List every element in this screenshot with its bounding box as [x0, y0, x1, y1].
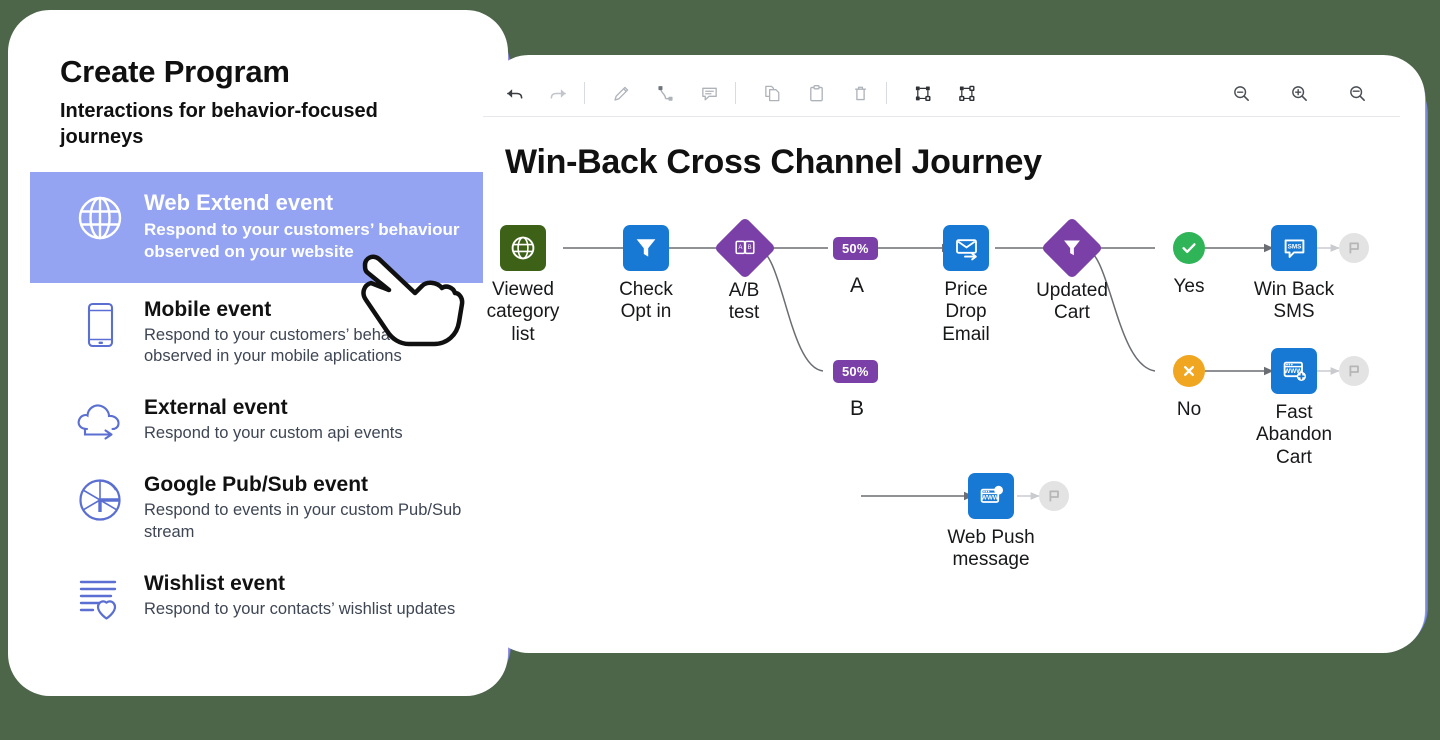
- branch-a-percentage-badge: 50%: [833, 237, 878, 260]
- sidebar-item-label: Mobile event: [144, 297, 272, 321]
- comment-icon[interactable]: [692, 76, 726, 110]
- event-type-list: Web Extend event Respond to your custome…: [30, 171, 508, 636]
- sidebar-item-label: Web Extend event: [144, 189, 334, 215]
- flow-node-ab-test[interactable]: A B A/B test: [713, 216, 777, 323]
- journey-editor-panel: Win-Back Cross Channel Journey Viewed ca…: [483, 70, 1400, 640]
- pencil-edit-icon[interactable]: [604, 76, 638, 110]
- branch-b-label: B: [850, 397, 865, 420]
- filter-icon: [623, 225, 669, 271]
- web-page-plus-icon: WWW: [1271, 348, 1317, 394]
- sidebar-item-label: Google Pub/Sub event: [144, 473, 369, 497]
- check-icon: [1173, 232, 1205, 264]
- sms-icon: SMS: [1271, 225, 1317, 271]
- connector-icon[interactable]: [648, 76, 682, 110]
- redo-icon[interactable]: [541, 76, 575, 110]
- flow-node-label: Yes: [1173, 276, 1205, 297]
- branch-a-label: A: [850, 274, 865, 297]
- flow-node-no-branch[interactable]: No: [1173, 355, 1205, 420]
- paste-icon[interactable]: [799, 76, 833, 110]
- flow-node-label: Updated Cart: [1036, 280, 1108, 324]
- sidebar-item-text: Google Pub/Sub event Respond to events i…: [144, 472, 484, 542]
- editor-toolbar: [483, 70, 1400, 117]
- globe-icon: [74, 190, 126, 243]
- svg-text:SMS: SMS: [1287, 243, 1302, 250]
- sidebar-item-text: Wishlist event Respond to your contacts’…: [144, 571, 484, 620]
- page-title: Create Program: [60, 54, 290, 89]
- flow-node-fast-abandon-cart[interactable]: WWW Fast Abandon Cart: [1256, 348, 1332, 468]
- toolbar-divider: [584, 82, 585, 104]
- flow-node-updated-cart[interactable]: Updated Cart: [1036, 216, 1108, 323]
- flow-node-win-back-sms[interactable]: SMS Win Back SMS: [1254, 225, 1334, 322]
- flow-node-label: No: [1176, 399, 1202, 420]
- flow-node-viewed-category-list[interactable]: Viewed category list: [487, 225, 559, 345]
- globe-icon: [500, 225, 546, 271]
- zoom-in-icon[interactable]: [1282, 76, 1316, 110]
- web-push-icon: WWW: [968, 473, 1014, 519]
- flow-node-label: Check Opt in: [619, 279, 673, 323]
- journey-canvas[interactable]: Win-Back Cross Channel Journey Viewed ca…: [483, 117, 1400, 640]
- sidebar-item-web-extend-event[interactable]: Web Extend event Respond to your custome…: [30, 171, 508, 283]
- toolbar-divider: [735, 82, 736, 104]
- sidebar-item-label: External event: [144, 395, 288, 419]
- trash-icon[interactable]: [843, 76, 877, 110]
- zoom-reset-icon[interactable]: [1340, 76, 1374, 110]
- flow-node-label: Viewed category list: [486, 279, 560, 345]
- ab-split-icon: A B: [713, 216, 777, 280]
- flag-end-icon: [1339, 356, 1369, 386]
- flow-node-label: Fast Abandon Cart: [1255, 402, 1333, 468]
- sidebar-item-description: Respond to events in your custom Pub/Sub…: [144, 501, 462, 541]
- page-subtitle: Interactions for behavior-focused journe…: [60, 99, 378, 148]
- sidebar-item-description: Respond to your custom api events: [144, 424, 403, 443]
- zoom-out-icon[interactable]: [1224, 76, 1258, 110]
- google-pubsub-icon: [74, 472, 126, 525]
- sidebar-item-mobile-event[interactable]: Mobile event Respond to your customers’ …: [30, 283, 508, 381]
- flow-node-check-opt-in[interactable]: Check Opt in: [619, 225, 673, 322]
- sidebar-item-description: Respond to your contacts’ wishlist updat…: [144, 599, 456, 618]
- flow-end-node-sms[interactable]: [1339, 233, 1369, 263]
- cloud-arrow-icon: [74, 395, 126, 444]
- mobile-phone-icon: [74, 297, 126, 350]
- sidebar-item-google-pubsub-event[interactable]: Google Pub/Sub event Respond to events i…: [30, 458, 508, 556]
- flag-end-icon: [1039, 481, 1069, 511]
- copy-icon[interactable]: [755, 76, 789, 110]
- flow-node-label: Price Drop Email: [942, 279, 990, 345]
- flow-node-yes-branch[interactable]: Yes: [1173, 232, 1205, 297]
- auto-layout-horizontal-icon[interactable]: [906, 76, 940, 110]
- auto-layout-vertical-icon[interactable]: [950, 76, 984, 110]
- sidebar-item-text: Mobile event Respond to your customers’ …: [144, 297, 484, 367]
- branch-b-percentage-badge: 50%: [833, 360, 878, 383]
- undo-icon[interactable]: [497, 76, 531, 110]
- sidebar-item-description: Respond to your customers’ behavior obse…: [144, 325, 417, 365]
- sidebar-item-label: Wishlist event: [144, 571, 286, 595]
- flow-end-node-abandon[interactable]: [1339, 356, 1369, 386]
- panel-header: Create Program Interactions for behavior…: [30, 26, 508, 162]
- flow-node-label: Web Push message: [947, 527, 1035, 571]
- sidebar-item-wishlist-event[interactable]: Wishlist event Respond to your contacts’…: [30, 557, 508, 636]
- filter-icon: [1040, 216, 1104, 280]
- sidebar-item-external-event[interactable]: External event Respond to your custom ap…: [30, 381, 508, 458]
- sidebar-item-description: Respond to your customers’ behaviour obs…: [144, 220, 460, 261]
- email-send-icon: [943, 225, 989, 271]
- svg-text:B: B: [748, 245, 752, 251]
- sidebar-item-text: External event Respond to your custom ap…: [144, 395, 484, 444]
- svg-text:WWW: WWW: [981, 494, 999, 501]
- sidebar-item-text: Web Extend event Respond to your custome…: [144, 190, 484, 263]
- flow-node-price-drop-email[interactable]: Price Drop Email: [942, 225, 990, 345]
- svg-text:A: A: [738, 245, 742, 251]
- flow-end-node-webpush[interactable]: [1039, 481, 1069, 511]
- flow-node-web-push-message[interactable]: WWW Web Push message: [947, 473, 1035, 570]
- toolbar-divider: [886, 82, 887, 104]
- flow-node-label: A/B test: [728, 280, 760, 324]
- screen-root: Create Program Interactions for behavior…: [0, 0, 1440, 740]
- create-program-panel: Create Program Interactions for behavior…: [30, 26, 508, 681]
- flag-end-icon: [1339, 233, 1369, 263]
- wishlist-heart-icon: [74, 571, 126, 622]
- close-x-icon: [1173, 355, 1205, 387]
- flow-node-label: Win Back SMS: [1253, 279, 1335, 323]
